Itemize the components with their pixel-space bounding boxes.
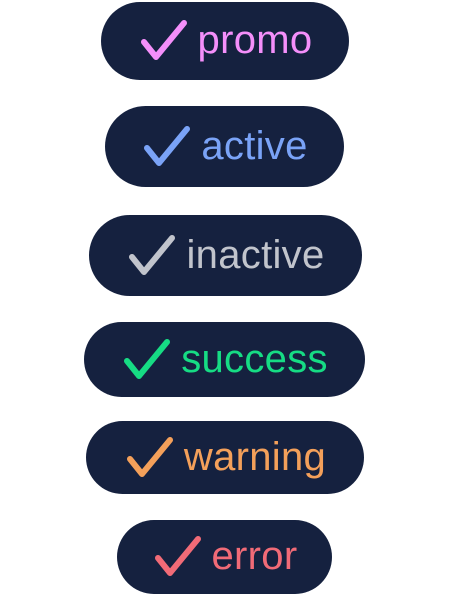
badge-label: inactive xyxy=(186,232,325,277)
badge-warning: warning xyxy=(86,421,364,494)
badge-inactive: inactive xyxy=(89,215,362,296)
badge-label: promo xyxy=(197,18,313,62)
badge-label: error xyxy=(211,534,298,578)
badge-error: error xyxy=(117,520,332,594)
badge-label: active xyxy=(201,123,308,168)
badge-label: success xyxy=(181,336,328,381)
checkmark-icon xyxy=(138,15,190,67)
checkmark-icon xyxy=(126,230,178,282)
badge-label: warning xyxy=(183,434,327,479)
badge-success: success xyxy=(84,322,365,397)
checkmark-icon xyxy=(124,432,176,484)
badge-promo: promo xyxy=(101,2,349,80)
checkmark-icon xyxy=(152,531,204,583)
checkmark-icon xyxy=(121,334,173,386)
checkmark-icon xyxy=(141,121,193,173)
badge-active: active xyxy=(105,106,344,187)
